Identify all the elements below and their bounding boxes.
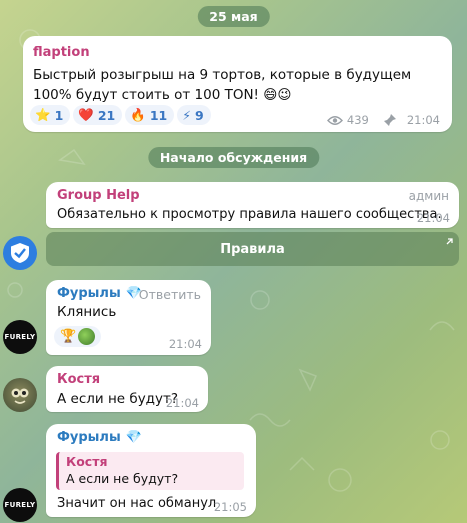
- post-time: 21:04: [406, 113, 440, 127]
- external-link-icon: [446, 238, 453, 245]
- group-help-text: Обязательно к просмотру правила нашего с…: [57, 207, 442, 222]
- message-1-sender[interactable]: Фурылы: [57, 286, 121, 301]
- reaction-pill[interactable]: ⚡ 9: [177, 105, 211, 125]
- fire-icon: 🔥: [130, 107, 146, 122]
- group-help-avatar[interactable]: [3, 236, 37, 270]
- user-photo-icon: [11, 388, 29, 404]
- group-help-sender[interactable]: Group Help: [57, 188, 140, 203]
- rules-button[interactable]: Правила: [46, 232, 459, 266]
- avatar-label: FURELY: [4, 501, 36, 509]
- diamond-icon: 💎: [125, 430, 142, 445]
- reaction-count: 9: [195, 107, 204, 123]
- avatar-label: FURELY: [4, 333, 36, 341]
- reaction-count: 1: [54, 107, 64, 123]
- date-chip: 25 мая: [197, 6, 270, 27]
- lightning-icon: ⚡: [182, 107, 192, 123]
- reaction-count: 21: [97, 107, 116, 123]
- message-3[interactable]: Фурылы 💎 Костя А если не будут? Значит о…: [46, 424, 256, 517]
- reply-link[interactable]: Ответить: [139, 287, 201, 302]
- message-2-sender[interactable]: Костя: [57, 372, 100, 387]
- reaction-pill[interactable]: 🏆: [54, 326, 102, 347]
- group-help-time: 21:04: [416, 211, 450, 225]
- trophy-icon: 🏆: [60, 329, 77, 344]
- admin-badge: админ: [408, 189, 449, 203]
- group-help-message[interactable]: Group Help админ Обязательно к просмотру…: [46, 182, 459, 228]
- furely-avatar-2[interactable]: FURELY: [3, 488, 37, 522]
- message-3-text: Значит он нас обманул: [57, 496, 217, 511]
- quote-text: А если не будут?: [66, 471, 179, 486]
- message-1-text: Клянись: [57, 304, 117, 320]
- reactor-avatar: [78, 328, 96, 345]
- shield-icon: [11, 243, 29, 263]
- post-sender[interactable]: flaption: [33, 45, 90, 60]
- message-3-sender[interactable]: Фурылы: [57, 430, 121, 445]
- reply-quote[interactable]: Костя А если не будут?: [56, 452, 244, 490]
- eye-icon: [326, 115, 343, 125]
- heart-icon: ❤️: [78, 107, 94, 122]
- pin-icon: [383, 114, 396, 126]
- message-1[interactable]: Фурылы 💎 Ответить Клянись 🏆 21:04: [46, 280, 211, 355]
- view-count: 439: [346, 113, 369, 127]
- message-2[interactable]: Костя А если не будут? 21:04: [46, 366, 208, 412]
- reaction-pill[interactable]: ⭐ 1: [30, 105, 71, 125]
- message-2-text: А если не будут?: [57, 391, 179, 407]
- furely-avatar-1[interactable]: FURELY: [3, 320, 37, 354]
- quote-sender: Костя: [66, 454, 108, 469]
- reaction-pill[interactable]: 🔥 11: [125, 105, 175, 125]
- rules-button-label: Правила: [220, 241, 285, 257]
- message-3-time: 21:05: [213, 500, 247, 514]
- reaction-pill[interactable]: ❤️ 21: [73, 105, 123, 125]
- reactions-bar: ⭐ 1 ❤️ 21 🔥 11 ⚡ 9: [30, 105, 214, 125]
- star-icon: ⭐: [35, 107, 51, 122]
- reaction-count: 11: [149, 107, 168, 123]
- kostya-avatar[interactable]: [3, 378, 37, 412]
- message-2-time: 21:04: [165, 396, 199, 410]
- discussion-start-chip: Начало обсуждения: [147, 147, 320, 168]
- post-text: Быстрый розыгрыш на 9 тортов, которые в …: [33, 67, 412, 103]
- post-meta: 439 21:04: [326, 113, 440, 127]
- message-1-time: 21:04: [168, 337, 202, 351]
- channel-post[interactable]: flaption Быстрый розыгрыш на 9 тортов, к…: [23, 36, 452, 132]
